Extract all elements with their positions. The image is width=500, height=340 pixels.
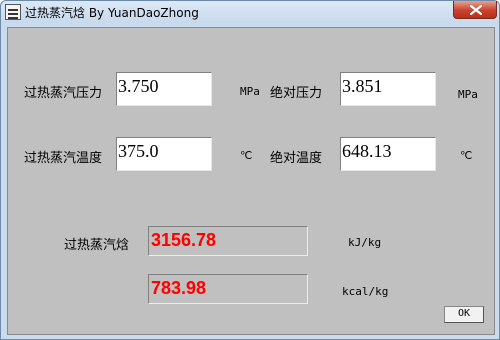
window-title: 过热蒸汽焓 By YuanDaoZhong (25, 6, 199, 20)
abs-temperature-input[interactable]: 648.13 (340, 137, 436, 171)
enthalpy-label: 过热蒸汽焓 (64, 238, 130, 253)
pressure-input[interactable]: 3.750 (116, 72, 212, 106)
title-bar[interactable]: 过热蒸汽焓 By YuanDaoZhong (1, 1, 499, 23)
abs-temperature-unit: ℃ (460, 149, 473, 162)
enthalpy-kcal-unit: kcal/kg (342, 285, 389, 298)
enthalpy-kj-unit: kJ/kg (348, 236, 382, 249)
enthalpy-kj-output: 3156.78 (148, 226, 308, 256)
close-icon (470, 5, 482, 15)
app-window: 过热蒸汽焓 By YuanDaoZhong 过热蒸汽压力 3.750 MPa 绝… (0, 0, 500, 340)
abs-pressure-input[interactable]: 3.851 (340, 72, 436, 106)
abs-pressure-label: 绝对压力 (270, 86, 323, 101)
pressure-label: 过热蒸汽压力 (24, 86, 103, 101)
dialog-client-area: 过热蒸汽压力 3.750 MPa 绝对压力 3.851 MPa 过热蒸汽温度 3… (7, 27, 495, 335)
abs-pressure-unit: MPa (458, 88, 478, 101)
temperature-label: 过热蒸汽温度 (24, 151, 103, 166)
close-button[interactable] (453, 1, 497, 19)
temperature-unit: ℃ (240, 149, 253, 162)
abs-temperature-label: 绝对温度 (270, 151, 323, 166)
ok-button[interactable]: OK (444, 306, 484, 323)
enthalpy-kcal-output: 783.98 (148, 274, 308, 304)
temperature-input[interactable]: 375.0 (116, 137, 212, 171)
app-icon (5, 4, 21, 20)
pressure-unit: MPa (240, 85, 260, 98)
